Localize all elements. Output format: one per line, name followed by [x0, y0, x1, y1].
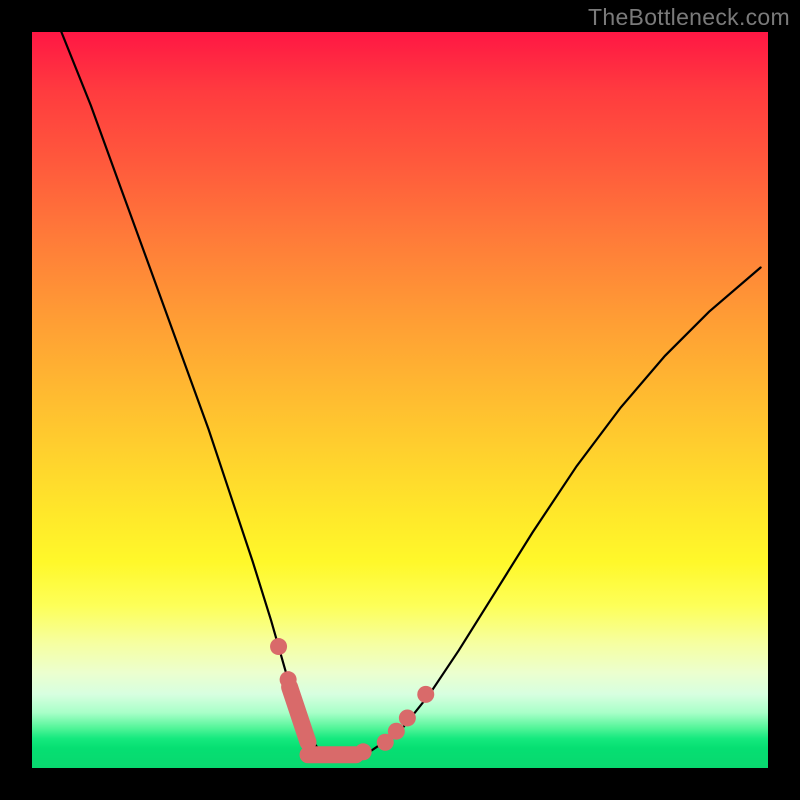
marker-dot [280, 671, 297, 688]
marker-dot [355, 743, 372, 760]
bottleneck-curve [61, 32, 760, 755]
marker-dot [388, 723, 405, 740]
chart-svg [32, 32, 768, 768]
marker-dot [399, 709, 416, 726]
chart-frame: TheBottleneck.com [0, 0, 800, 800]
marker-dot [270, 638, 287, 655]
marker-layer [270, 638, 434, 760]
plot-area [32, 32, 768, 768]
marker-dot [417, 686, 434, 703]
left-approach-segment [290, 687, 308, 742]
watermark-text: TheBottleneck.com [588, 4, 790, 31]
